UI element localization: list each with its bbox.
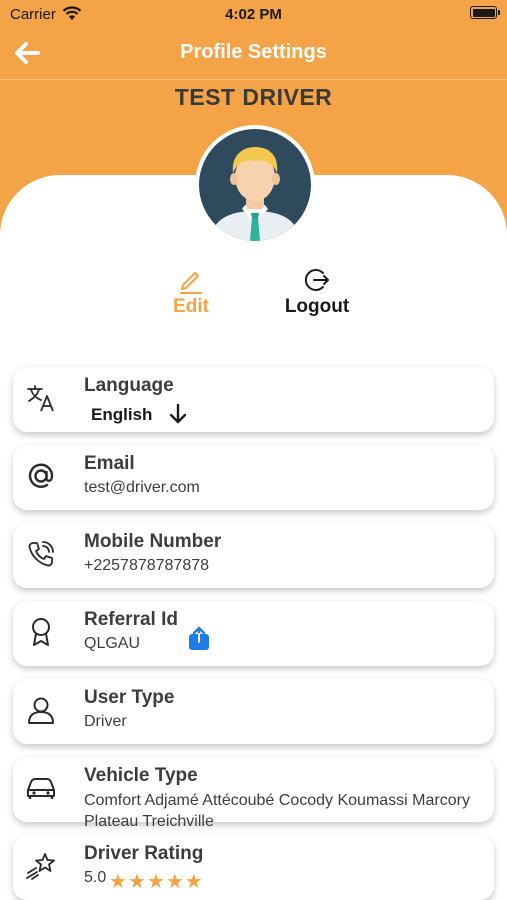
logout-icon: [304, 269, 329, 291]
user-icon: [25, 694, 57, 726]
page-title: Profile Settings: [180, 41, 327, 63]
navigation-bar: Profile Settings: [0, 30, 507, 80]
email-value: test@driver.com: [84, 479, 200, 496]
logout-button[interactable]: Logout: [272, 264, 362, 318]
at-icon: [25, 460, 57, 492]
referral-title: Referral Id: [84, 609, 178, 630]
referral-value: QLGAU: [84, 635, 141, 652]
car-icon: [25, 772, 57, 804]
driver-name: TEST DRIVER: [174, 84, 333, 110]
status-bar: Carrier 4:02 PM: [0, 0, 507, 30]
user-type-title: User Type: [84, 687, 175, 708]
phone-icon: [25, 538, 57, 570]
rating-star-icon: [25, 850, 57, 882]
language-card[interactable]: Language English: [13, 367, 494, 432]
language-title: Language: [84, 375, 174, 396]
share-icon[interactable]: [188, 626, 210, 656]
mobile-value: +2257878787878: [84, 557, 210, 574]
translate-icon: [25, 382, 57, 414]
driver-rating-value: 5.0: [84, 869, 107, 886]
award-icon: [25, 616, 57, 648]
vehicle-type-value: Comfort Adjamé Attécoubé Cocody Koumassi…: [84, 792, 470, 830]
star-icon: ★: [165, 871, 185, 893]
referral-card: Referral Id QLGAU: [13, 601, 494, 666]
user-type-value: Driver: [84, 713, 127, 730]
pencil-icon: [180, 272, 202, 294]
vehicle-type-card: Vehicle Type Comfort Adjamé Attécoubé Co…: [13, 757, 494, 830]
star-icon: ★: [109, 871, 128, 893]
email-card: Email test@driver.com: [13, 445, 494, 510]
avatar-illustration-icon: [199, 129, 311, 241]
mobile-card: Mobile Number +2257878787878: [13, 523, 494, 588]
star-icon: ★: [146, 871, 166, 893]
star-icon: ★: [127, 871, 147, 893]
driver-rating-title: Driver Rating: [84, 843, 204, 864]
rating-stars: ★★★★★: [109, 869, 204, 894]
language-value[interactable]: English: [91, 405, 152, 425]
mobile-title: Mobile Number: [84, 531, 222, 552]
battery-icon: [470, 6, 500, 19]
vehicle-type-title: Vehicle Type: [84, 765, 198, 786]
edit-label: Edit: [173, 296, 209, 317]
driver-rating-card: Driver Rating 5.0 ★★★★★: [13, 835, 494, 900]
edit-button[interactable]: Edit: [146, 264, 236, 318]
clock: 4:02 PM: [225, 6, 282, 23]
avatar[interactable]: [195, 125, 315, 245]
user-type-card: User Type Driver: [13, 679, 494, 744]
star-icon: ★: [184, 871, 204, 893]
email-title: Email: [84, 453, 135, 474]
arrow-down-icon[interactable]: [168, 403, 188, 430]
logout-label: Logout: [284, 296, 350, 317]
